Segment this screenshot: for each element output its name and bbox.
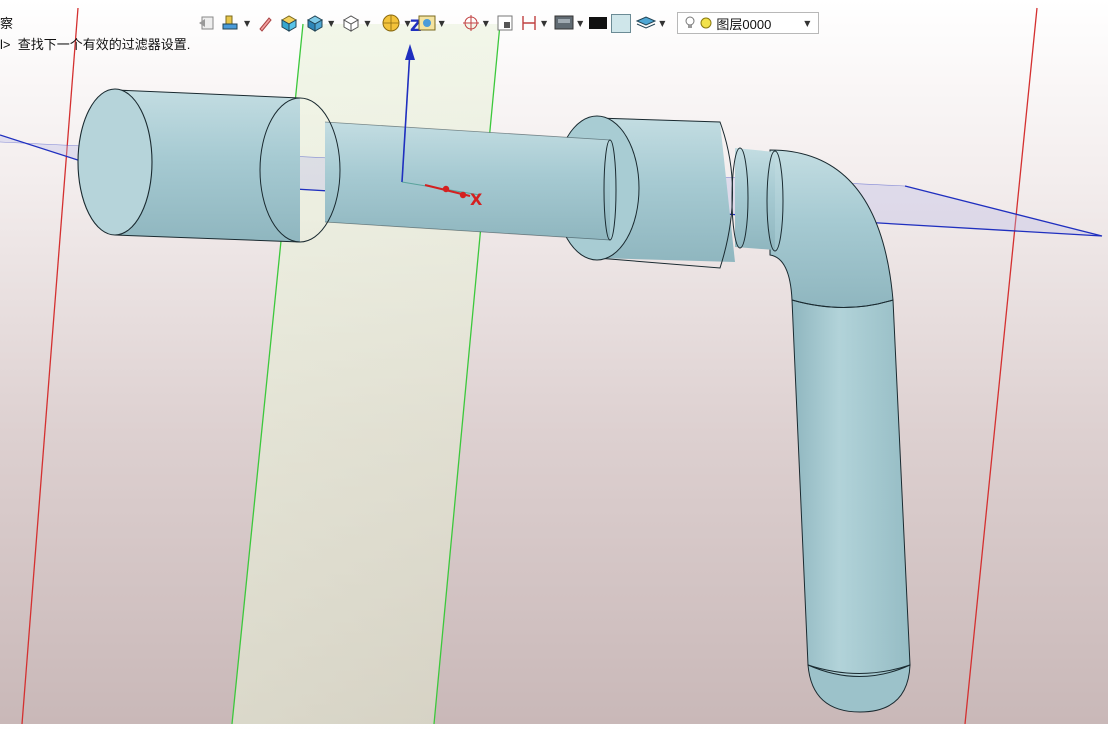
- frame-button[interactable]: [495, 13, 515, 33]
- view-toolbar: ▼ ▼ ▼ ▼ ▼ ▼ ▼ ▼ ▼ 图层0000 ▼: [196, 9, 820, 37]
- shaded-box-icon: [281, 15, 298, 32]
- pencil-icon: [259, 17, 272, 32]
- pencil-button[interactable]: [256, 13, 274, 33]
- status-fragment: 察: [0, 16, 14, 31]
- layer-select[interactable]: 图层0000 ▼: [677, 12, 820, 34]
- pipe-vertical-leg[interactable]: [791, 299, 911, 678]
- orient-view-button[interactable]: ▼: [376, 13, 412, 33]
- graphics-viewport[interactable]: Z X: [0, 0, 1108, 725]
- chevron-down-icon: ▼: [804, 18, 811, 28]
- solid-cube-button[interactable]: ▼: [304, 13, 336, 33]
- red-datum-plane-right-edge: [964, 7, 1038, 725]
- image-button[interactable]: ▼: [417, 13, 447, 33]
- snap-target-button[interactable]: ▼: [461, 13, 491, 33]
- status-bar: l> 查找下一个有效的过滤器设置.: [0, 34, 190, 53]
- status-prefix: l>: [0, 37, 11, 52]
- layer-select-value: 图层0000: [716, 16, 772, 32]
- layer-visibility-icon: [700, 17, 712, 29]
- scene-svg: [0, 7, 1103, 725]
- lightbulb-icon: [685, 16, 695, 28]
- solid-cube-icon: [307, 15, 324, 32]
- render-style-icon: [222, 15, 238, 30]
- layers-icon: [636, 16, 657, 29]
- image-icon: [418, 15, 436, 31]
- status-message: 查找下一个有效的过滤器设置.: [17, 37, 191, 52]
- display-button[interactable]: ▼: [553, 13, 585, 33]
- color-box-button[interactable]: [611, 13, 632, 33]
- color-black-button[interactable]: [589, 17, 608, 29]
- render-style-button[interactable]: ▼: [220, 13, 252, 33]
- snap-target-icon: [462, 15, 479, 31]
- shaded-box-button[interactable]: [278, 13, 300, 33]
- pipe-left-end-face[interactable]: [77, 88, 153, 236]
- frame-icon: [497, 15, 513, 31]
- dimension-icon: [522, 16, 536, 30]
- pipe-middle-shaft[interactable]: [325, 122, 610, 240]
- pipe-elbow[interactable]: [769, 149, 894, 308]
- origin-marker[interactable]: [442, 185, 450, 193]
- x-axis-label: X: [470, 190, 483, 209]
- display-icon: [554, 15, 574, 30]
- layers-button[interactable]: ▼: [635, 13, 667, 33]
- red-datum-plane-left-edge: [21, 7, 79, 725]
- wireframe-cube-icon: [343, 15, 360, 32]
- wireframe-cube-button[interactable]: ▼: [340, 13, 372, 33]
- color-box-icon: [611, 13, 632, 33]
- black-color-chip: [589, 17, 608, 29]
- undo-icon: [199, 16, 214, 30]
- dimension-button[interactable]: ▼: [519, 13, 549, 33]
- undo-button[interactable]: [196, 13, 216, 33]
- orient-view-icon: [382, 14, 400, 32]
